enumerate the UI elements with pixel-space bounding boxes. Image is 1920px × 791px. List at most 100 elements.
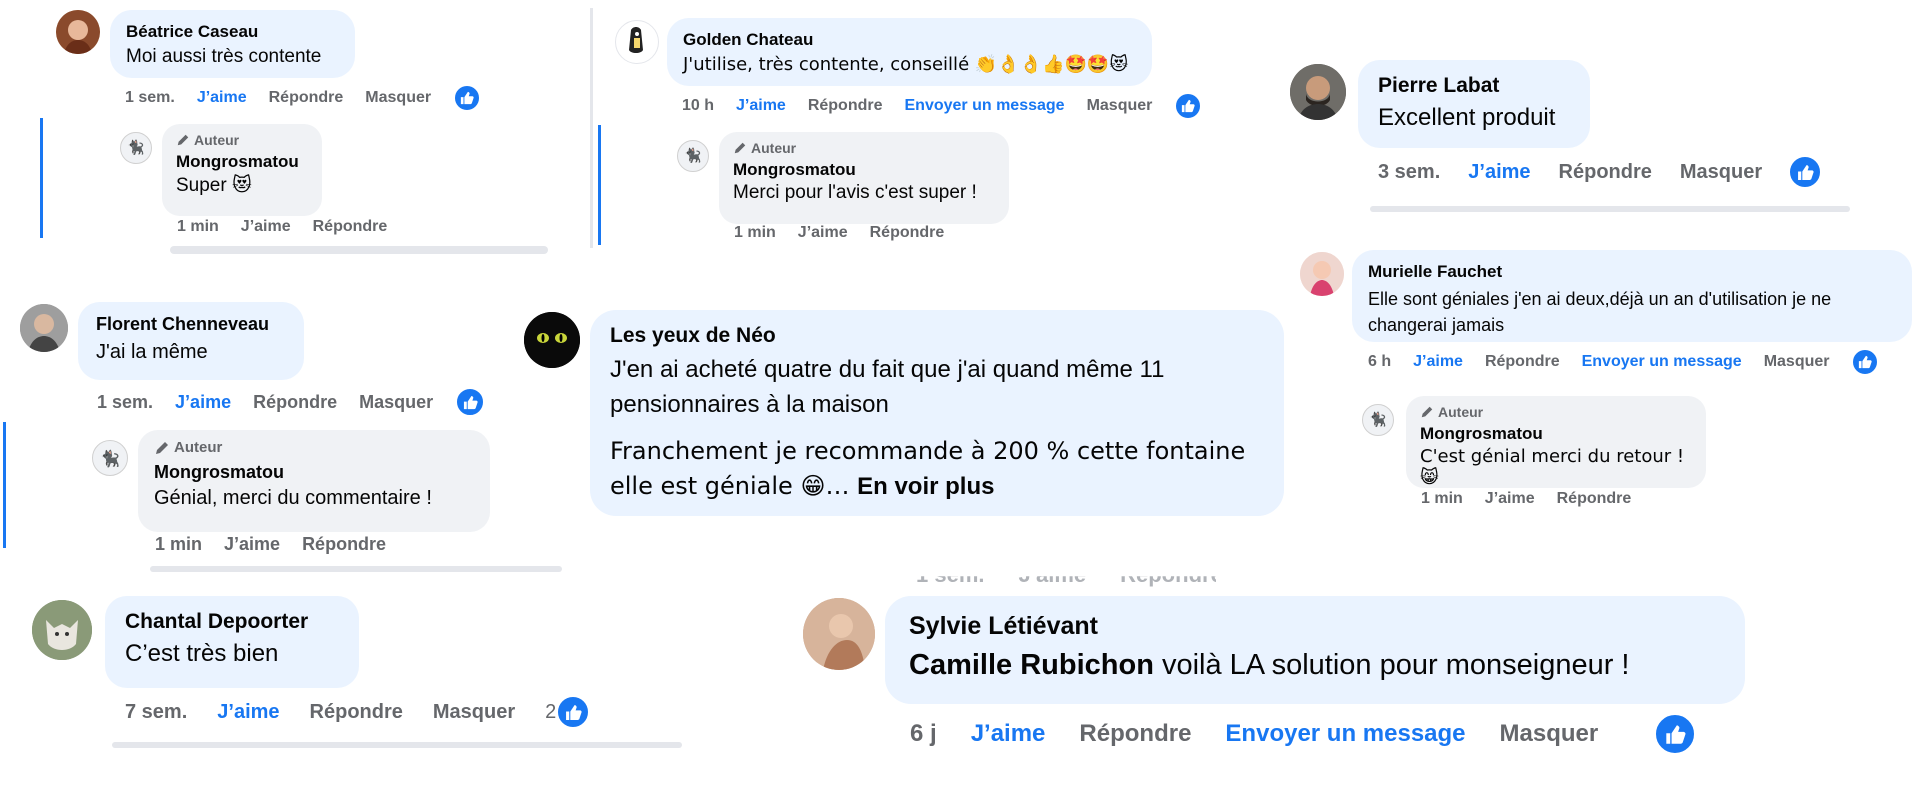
- like-reaction-icon[interactable]: [455, 387, 486, 417]
- comment-murielle: Murielle Fauchet Elle sont géniales j'en…: [1290, 240, 1920, 520]
- comment-actions: 1 sem. J’aime Répondre Masquer: [97, 387, 486, 417]
- hide-button[interactable]: Masquer: [365, 89, 431, 107]
- timestamp[interactable]: 10 h: [682, 97, 714, 115]
- send-message-button[interactable]: Envoyer un message: [905, 97, 1065, 115]
- hide-button[interactable]: Masquer: [1500, 720, 1599, 748]
- hide-button[interactable]: Masquer: [1764, 353, 1830, 371]
- reply-button[interactable]: Répondre: [808, 97, 883, 115]
- reply-actions: 1 min J’aime Répondre: [155, 534, 408, 555]
- like-button[interactable]: J’aime: [175, 392, 231, 413]
- hide-button[interactable]: Masquer: [1680, 161, 1762, 184]
- reply-button[interactable]: Répondre: [269, 89, 344, 107]
- cut-bubble: [170, 246, 548, 254]
- comment-bubble: Sylvie Létiévant Camille Rubichon voilà …: [885, 596, 1745, 704]
- timestamp[interactable]: 6 h: [1368, 353, 1391, 371]
- reply-button[interactable]: Répondre: [1485, 353, 1560, 371]
- like-reaction-icon[interactable]: [1654, 713, 1697, 755]
- like-button[interactable]: J’aime: [1485, 490, 1535, 508]
- timestamp[interactable]: 1 sem.: [125, 89, 175, 107]
- timestamp[interactable]: 1 min: [177, 218, 219, 236]
- author-name[interactable]: Chantal Depoorter: [125, 610, 339, 634]
- avatar[interactable]: [32, 600, 92, 660]
- hide-button[interactable]: Masquer: [359, 392, 433, 413]
- timestamp[interactable]: 1 min: [155, 534, 202, 555]
- avatar[interactable]: [56, 10, 100, 54]
- like-reaction-icon[interactable]: [556, 695, 591, 729]
- hide-button[interactable]: Masquer: [1087, 97, 1153, 115]
- comment-pierre: Pierre Labat Excellent produit 3 sem. J’…: [1280, 0, 1920, 240]
- reply-bubble: Auteur Mongrosmatou Merci pour l'avis c'…: [719, 132, 1009, 224]
- author-name[interactable]: Florent Chenneveau: [96, 314, 286, 335]
- avatar[interactable]: [615, 20, 659, 64]
- like-button[interactable]: J’aime: [197, 89, 247, 107]
- author-name[interactable]: Les yeux de Néo: [610, 324, 1264, 348]
- author-name[interactable]: Pierre Labat: [1378, 74, 1570, 98]
- tagged-user-link[interactable]: Camille Rubichon: [909, 649, 1154, 681]
- see-more-link[interactable]: En voir plus: [857, 473, 994, 500]
- timestamp[interactable]: 1 sem.: [97, 392, 153, 413]
- reply-button[interactable]: Répondre: [1079, 720, 1191, 748]
- page-avatar[interactable]: 🐈‍⬛: [1362, 404, 1394, 436]
- cut-actions: 1 sem. J'aime Répondre Masquer: [916, 562, 1216, 587]
- avatar[interactable]: [1290, 64, 1346, 120]
- like-button[interactable]: J’aime: [798, 224, 848, 242]
- avatar[interactable]: [1300, 252, 1344, 296]
- like-reaction-icon[interactable]: [453, 84, 482, 112]
- reply-actions: 1 min J’aime Répondre: [734, 224, 966, 242]
- page-avatar[interactable]: 🐈‍⬛: [120, 132, 152, 164]
- reply-button[interactable]: Répondre: [313, 218, 388, 236]
- reply-button[interactable]: Répondre: [302, 534, 386, 555]
- comment-bubble: Chantal Depoorter C’est très bien: [105, 596, 359, 688]
- reply-button[interactable]: Répondre: [870, 224, 945, 242]
- like-button[interactable]: J’aime: [736, 97, 786, 115]
- author-name[interactable]: Mongrosmatou: [733, 160, 995, 180]
- reaction-count[interactable]: 2: [545, 701, 556, 724]
- author-name[interactable]: Murielle Fauchet: [1368, 262, 1896, 282]
- author-badge: Auteur: [733, 140, 995, 156]
- timestamp[interactable]: 6 j: [910, 720, 937, 748]
- author-name[interactable]: Mongrosmatou: [1420, 424, 1692, 444]
- reply-bubble: Auteur Mongrosmatou Super 😻: [162, 124, 322, 216]
- timestamp[interactable]: 7 sem.: [125, 701, 187, 724]
- comment-text: Super 😻: [176, 175, 252, 196]
- like-button[interactable]: J’aime: [217, 701, 279, 724]
- timestamp[interactable]: 3 sem.: [1378, 161, 1440, 184]
- author-name[interactable]: Mongrosmatou: [176, 152, 308, 172]
- author-name[interactable]: Mongrosmatou: [154, 462, 474, 483]
- timestamp[interactable]: 1 min: [734, 224, 776, 242]
- like-reaction-icon[interactable]: [1851, 348, 1880, 376]
- thread-line: [598, 125, 601, 245]
- reply-button[interactable]: Répondre: [253, 392, 337, 413]
- like-reaction-icon[interactable]: [1788, 155, 1823, 189]
- like-button[interactable]: J’aime: [1413, 353, 1463, 371]
- avatar[interactable]: [20, 304, 68, 352]
- like-button[interactable]: J’aime: [224, 534, 280, 555]
- comment-chantal: Chantal Depoorter C’est très bien 7 sem.…: [0, 590, 690, 790]
- comment-text: Génial, merci du commentaire !: [154, 487, 432, 509]
- pencil-icon: [156, 441, 168, 454]
- send-message-button[interactable]: Envoyer un message: [1582, 353, 1742, 371]
- timestamp[interactable]: 1 min: [1421, 490, 1463, 508]
- reply-button: Répondre: [1120, 562, 1223, 587]
- comment-text: Elle sont géniales j'en ai deux,déjà un …: [1368, 289, 1832, 335]
- comment-golden: Golden Chateau J'utilise, très contente,…: [595, 0, 1210, 255]
- page-avatar[interactable]: 🐈‍⬛: [677, 140, 709, 172]
- like-button[interactable]: J’aime: [241, 218, 291, 236]
- like-reaction-icon[interactable]: [1174, 92, 1203, 120]
- like-button[interactable]: J’aime: [1468, 161, 1530, 184]
- page-avatar[interactable]: 🐈‍⬛: [92, 440, 128, 476]
- send-message-button[interactable]: Envoyer un message: [1225, 720, 1465, 748]
- hide-button[interactable]: Masquer: [433, 701, 515, 724]
- comment-text: Merci pour l'avis c'est super !: [733, 182, 977, 203]
- avatar[interactable]: [803, 598, 875, 670]
- like-button[interactable]: J’aime: [971, 720, 1046, 748]
- comment-bubble: Béatrice Caseau Moi aussi très contente: [110, 10, 355, 78]
- reply-button[interactable]: Répondre: [310, 701, 403, 724]
- author-name[interactable]: Sylvie Létiévant: [909, 612, 1721, 641]
- author-name[interactable]: Golden Chateau: [683, 30, 1136, 50]
- reply-button[interactable]: Répondre: [1559, 161, 1652, 184]
- author-name[interactable]: Béatrice Caseau: [126, 22, 339, 42]
- cut-bubble: [1370, 206, 1850, 212]
- reply-button[interactable]: Répondre: [1557, 490, 1632, 508]
- avatar[interactable]: [524, 312, 580, 368]
